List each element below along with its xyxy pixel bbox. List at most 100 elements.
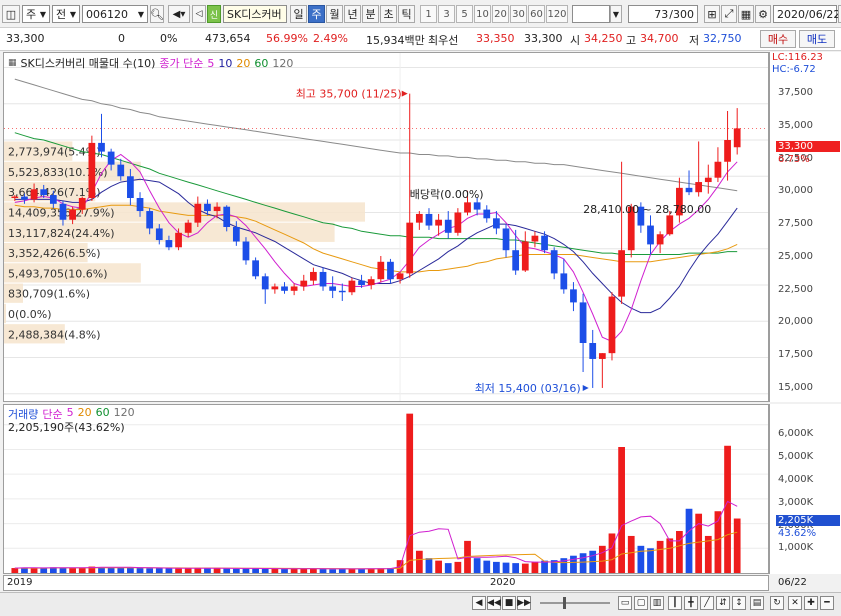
zoom-out-minus-icon[interactable]: ━ [820,596,834,610]
period-tab-year[interactable]: 년 [344,5,361,23]
volume-bar [290,568,298,573]
scroll-prev-icon[interactable]: ◀◀ [487,596,501,610]
search-icon[interactable]: 🔍︎ [150,5,164,23]
candle-body [78,198,86,210]
volume-bar [493,561,500,573]
interval-10[interactable]: 10 [474,5,491,23]
candle-body [531,235,539,242]
count-total: /300 [669,7,694,21]
interval-5[interactable]: 5 [456,5,473,23]
period-tab-week[interactable]: 주 [308,5,325,23]
legend-ma10: 10 [218,56,233,70]
interval-20[interactable]: 20 [492,5,509,23]
candle-body [521,241,529,271]
buy-button[interactable]: 매수 [760,30,796,48]
candle-body [367,279,375,285]
price-change: 0 [118,32,125,45]
period-tab-minute[interactable]: 분 [362,5,379,23]
volume-bar [319,569,327,573]
refresh-icon[interactable]: ↻ [770,596,784,610]
low-arrow-icon [582,384,589,391]
sell-button[interactable]: 매도 [799,30,835,48]
time-label-current: 06/22 [778,577,807,588]
speaker-icon[interactable]: ◀▾ [168,5,190,23]
zoom-slider-handle[interactable] [563,597,566,609]
candle-icon[interactable]: ┃ [668,596,682,610]
time-label-2019: 2019 [7,577,33,588]
zoom-in-plus-icon[interactable]: ✚ [804,596,818,610]
scroll-first-icon[interactable]: ◀ [472,596,486,610]
compare-icon[interactable]: ⇵ [716,596,730,610]
candle-body [733,128,741,148]
price-chart[interactable]: 2,773,974(5.4%)5,523,833(10.7%)3,664,426… [4,53,768,401]
custom-interval-input[interactable] [572,5,610,23]
nav-prev-icon[interactable]: ◁ [192,5,206,23]
volume-bar [406,413,414,573]
candle-body [396,273,404,280]
market-select[interactable]: 주 ▼ [22,5,50,23]
window-menu-icon[interactable]: ◫ [2,5,20,23]
candle-body [714,161,722,178]
candle-body [348,280,356,293]
interval-1[interactable]: 1 [420,5,437,23]
chart-type-icon[interactable]: ▥ [650,596,664,610]
interval-60[interactable]: 60 [528,5,545,23]
count-field[interactable]: 73/300 [628,5,698,23]
volume-bar [242,568,250,573]
zoom-slider-track[interactable] [540,602,610,604]
line-tool-icon[interactable]: ⤢ [721,5,737,23]
candle-body [550,250,558,274]
open-price: 34,250 [584,32,623,45]
volume-bar [473,558,481,573]
price-tick: 35,000 [778,120,813,131]
interval-120[interactable]: 120 [546,5,568,23]
volume-bar [146,568,154,573]
candle-body [155,228,163,241]
candle-body [213,206,221,212]
period-tab-month[interactable]: 월 [326,5,343,23]
volume-bar [155,568,163,573]
volume-bar [637,545,645,573]
candle-body [724,140,731,162]
candle-body [40,189,48,196]
legend-ma-label: 종가 단순 [159,57,204,70]
candle-body [647,225,654,245]
screen-icon[interactable]: ▤ [750,596,764,610]
gear-icon[interactable]: ⚙ [755,5,771,23]
bottom-toolbar: ◀ ◀◀ ■ ▶▶ ▭ ▢ ▥ ┃ ╋ ╱ ⇵ ↕ ▤ ↻ ✕ ✚ ━ [0,592,841,616]
market-type-select[interactable]: 전 ▼ [52,5,80,23]
interval-30[interactable]: 30 [510,5,527,23]
period-tab-tick[interactable]: 틱 [398,5,415,23]
period-tab-day[interactable]: 일 [290,5,307,23]
price-tick: 25,000 [778,251,813,262]
candle-body [608,296,616,354]
stop-icon[interactable]: ■ [502,596,516,610]
period-tab-second[interactable]: 초 [380,5,397,23]
volume-bar [502,562,510,573]
candle-body [21,196,28,200]
candle-body [473,202,481,210]
candle-body [570,289,577,303]
legend-handle-icon[interactable]: ▦ [8,58,17,68]
date-field[interactable]: 2020/06/22 [773,5,840,23]
candle-body [310,271,317,281]
bar-icon[interactable]: ╋ [684,596,698,610]
scroll-next-icon[interactable]: ▶▶ [517,596,531,610]
zoom-out-icon[interactable]: ▭ [618,596,632,610]
volume-zone-label: 830,709(1.6%) [8,288,90,301]
volume-bar [261,568,269,573]
chevron-down-icon[interactable]: ▼ [610,5,622,23]
arrows-icon[interactable]: ↕ [732,596,746,610]
interval-3[interactable]: 3 [438,5,455,23]
line-icon[interactable]: ╱ [700,596,714,610]
crosshair-icon[interactable]: ⊞ [704,5,720,23]
layout-icon[interactable]: ▦ [738,5,754,23]
volume-bar [685,508,693,573]
candle-body [290,286,298,291]
stock-code-input[interactable]: 006120 ▼ [82,5,148,23]
period-tabs: 일 주 월 년 분 초 틱 [290,5,416,23]
volume-bar [724,445,731,573]
price-chart-panel: 2,773,974(5.4%) 5,523,833(10.7%) 3,664,426… [3,52,769,402]
zoom-in-icon[interactable]: ▢ [634,596,648,610]
close-icon[interactable]: ✕ [788,596,802,610]
